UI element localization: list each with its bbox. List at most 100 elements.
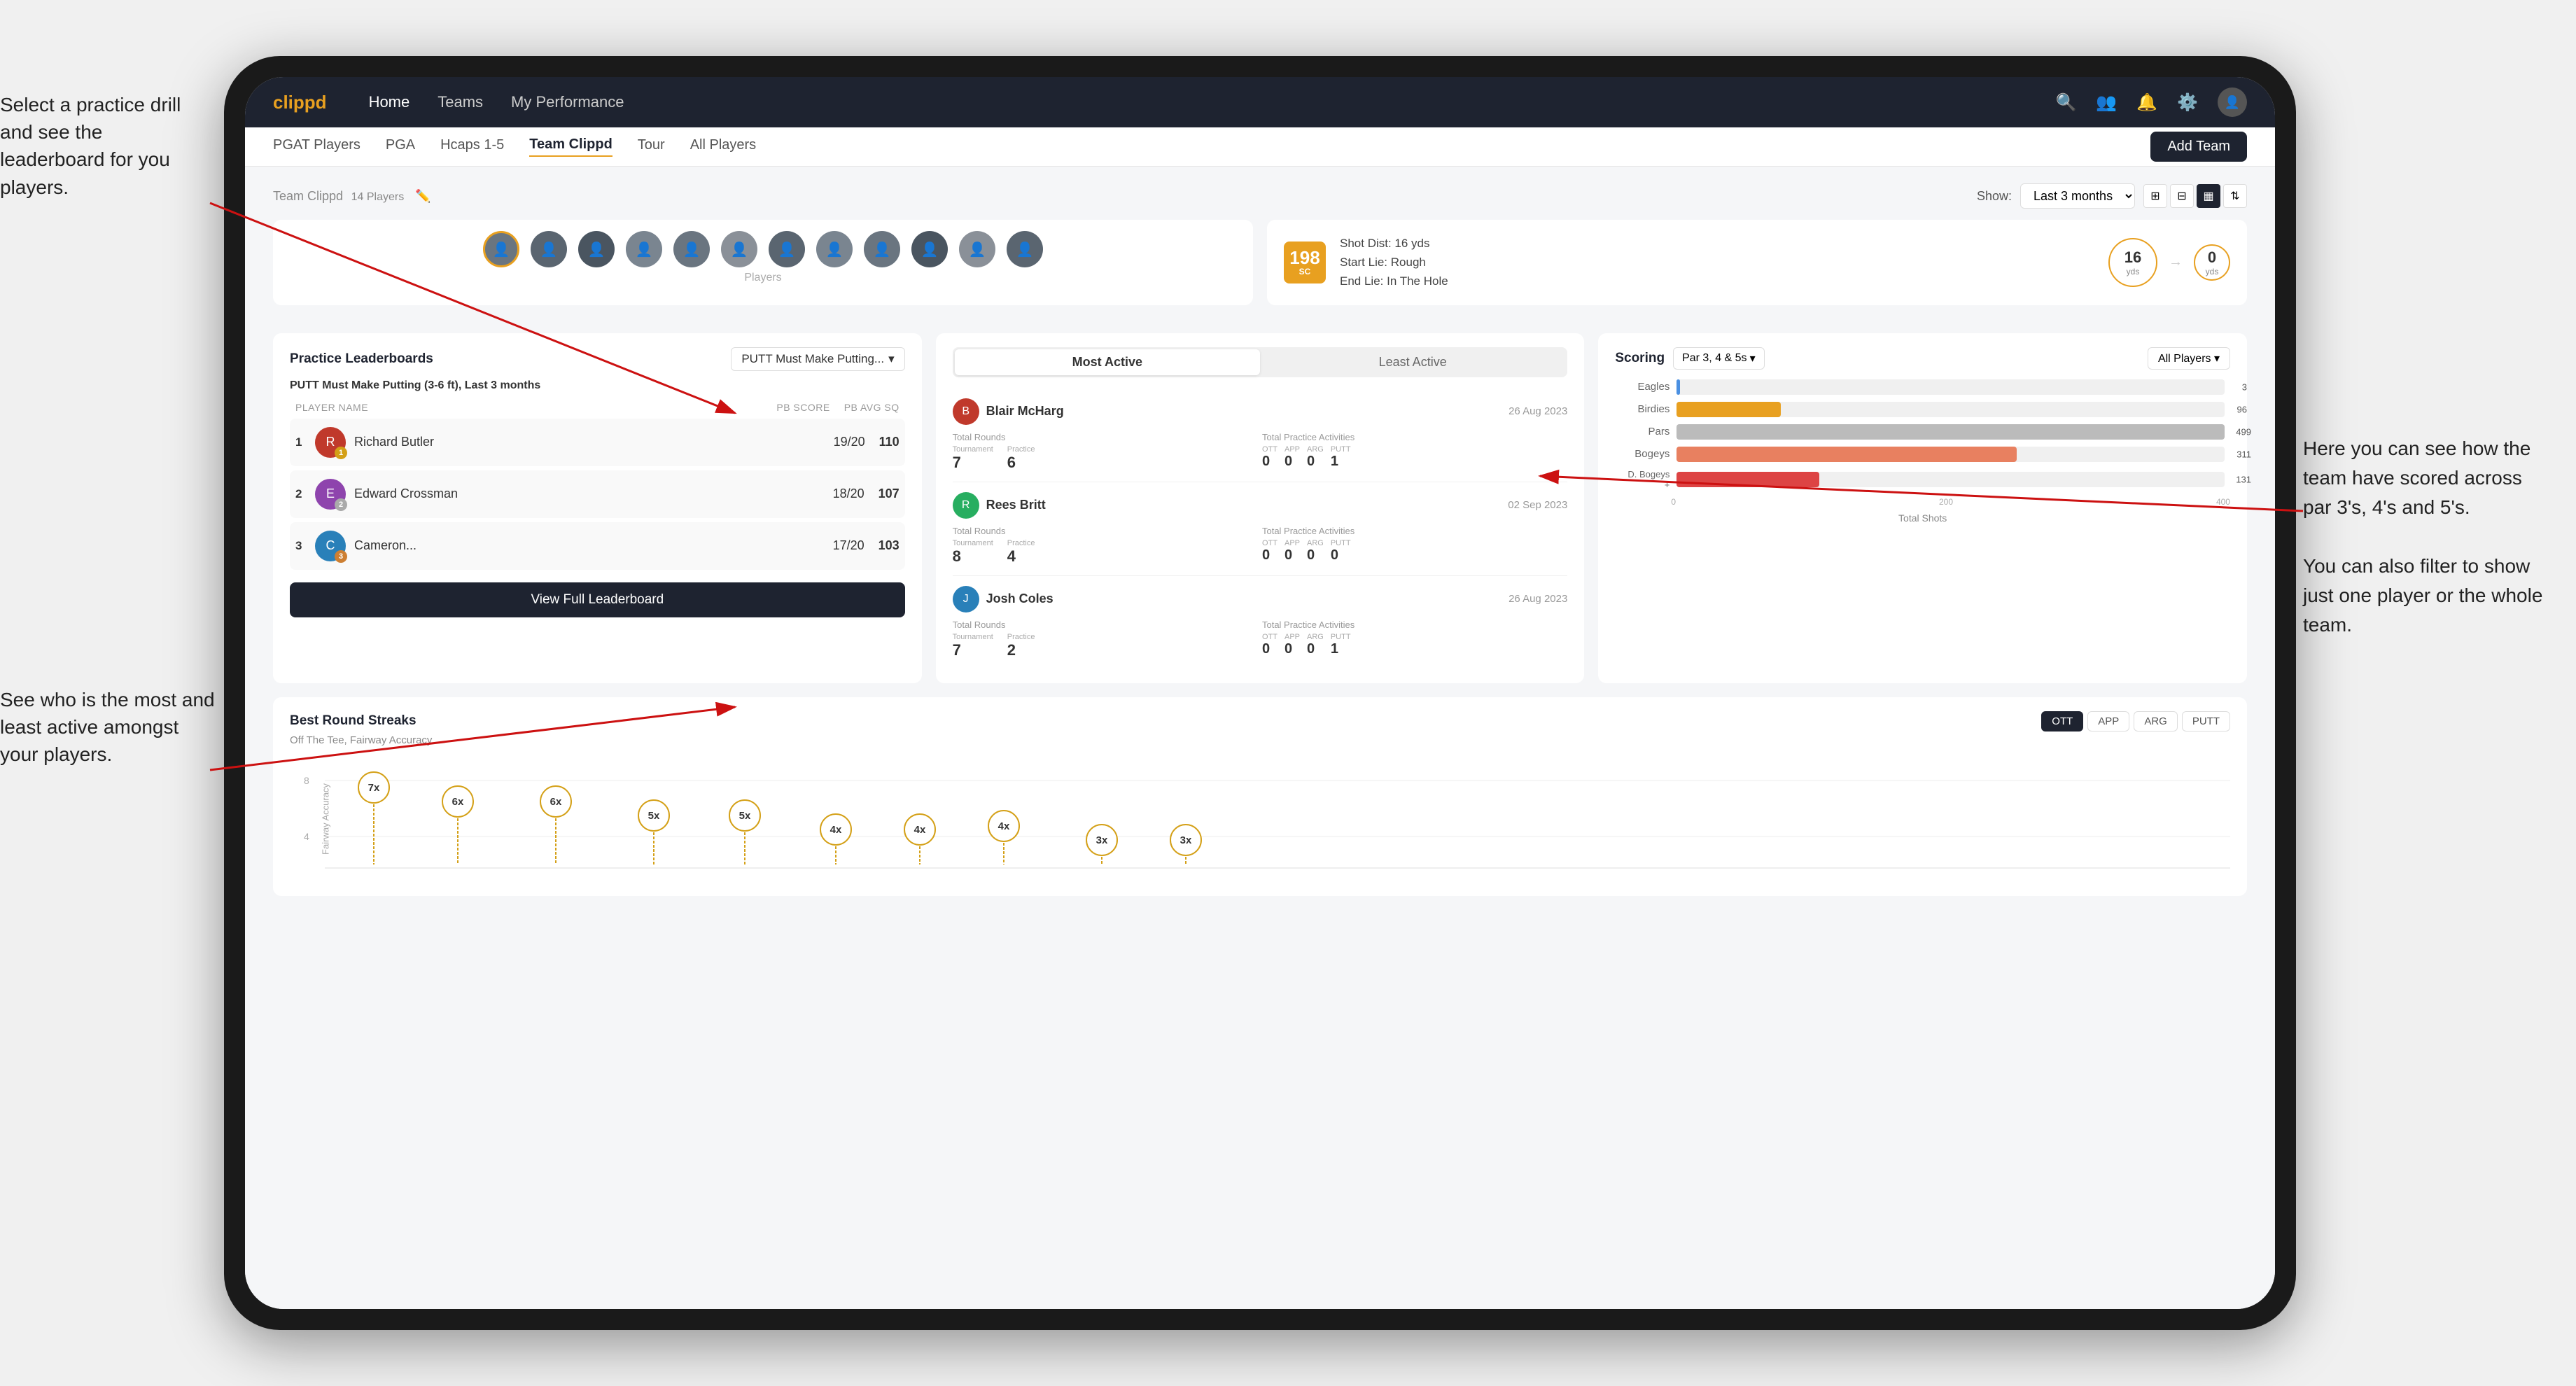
- sub-nav-all-players[interactable]: All Players: [690, 137, 756, 156]
- player-activity-header: B Blair McHarg 26 Aug 2023: [953, 398, 1568, 425]
- player-avatar-9[interactable]: 👤: [864, 231, 900, 267]
- scoring-players-filter[interactable]: All Players ▾: [2148, 347, 2230, 370]
- streak-chart-svg: 8 4 7x 6x: [290, 756, 2230, 882]
- player-avatar-3[interactable]: 👤: [578, 231, 615, 267]
- tablet-frame: clippd Home Teams My Performance 🔍 👥 🔔 ⚙…: [224, 56, 2296, 1330]
- filter-putt-button[interactable]: PUTT: [2182, 711, 2230, 732]
- lb-score: 18/20: [833, 486, 864, 501]
- sub-nav-pgat[interactable]: PGAT Players: [273, 137, 360, 156]
- player-activity-header: J Josh Coles 26 Aug 2023: [953, 586, 1568, 612]
- total-practice-activities-section: Total Practice Activities OTT0 APP0 ARG0…: [1262, 432, 1567, 472]
- player-name: Josh Coles: [986, 592, 1508, 606]
- players-icon[interactable]: 👥: [2096, 92, 2117, 113]
- player-name: Blair McHarg: [986, 404, 1508, 419]
- user-avatar[interactable]: 👤: [2218, 88, 2247, 117]
- scoring-par-filter[interactable]: Par 3, 4 & 5s ▾: [1673, 347, 1765, 370]
- filter-app-button[interactable]: APP: [2087, 711, 2129, 732]
- player-avatar-11[interactable]: 👤: [959, 231, 995, 267]
- total-rounds-label: Total Rounds: [953, 432, 1258, 442]
- lb-avg: 107: [878, 486, 899, 501]
- avatar: B: [953, 398, 979, 425]
- view-full-leaderboard-button[interactable]: View Full Leaderboard: [290, 582, 905, 617]
- table-row[interactable]: 1 R 1 Richard Butler 19/20 110: [290, 419, 905, 466]
- add-team-button[interactable]: Add Team: [2150, 132, 2247, 162]
- rounds-values: Tournament 7 Practice 6: [953, 445, 1258, 472]
- sub-nav-hcaps[interactable]: Hcaps 1-5: [440, 137, 504, 156]
- bar-track: 96: [1676, 402, 2225, 417]
- lb-rank: 3: [295, 539, 315, 553]
- leaderboard-title: Practice Leaderboards: [290, 351, 433, 367]
- shot-connector: →: [2169, 254, 2183, 270]
- players-label: Players: [290, 272, 1236, 284]
- practice-value: 6: [1007, 454, 1035, 472]
- bar-row-dbogeys: D. Bogeys + 131: [1620, 469, 2225, 490]
- player-avatar-5[interactable]: 👤: [673, 231, 710, 267]
- nav-item-home[interactable]: Home: [369, 93, 410, 111]
- tab-most-active[interactable]: Most Active: [955, 349, 1260, 375]
- svg-text:6x: 6x: [452, 796, 464, 808]
- view-card-button[interactable]: ▦: [2197, 184, 2220, 208]
- shot-badge: 198 SC: [1284, 241, 1326, 284]
- list-item: J Josh Coles 26 Aug 2023 Total Rounds To…: [953, 576, 1568, 669]
- view-grid-button[interactable]: ⊞: [2143, 184, 2167, 208]
- chevron-down-icon: ▾: [1750, 351, 1756, 365]
- streaks-header: Best Round Streaks OTT APP ARG PUTT: [290, 711, 2230, 732]
- show-select[interactable]: Last 3 months: [2020, 183, 2135, 209]
- svg-text:4x: 4x: [998, 820, 1010, 832]
- nav-bar: clippd Home Teams My Performance 🔍 👥 🔔 ⚙…: [245, 77, 2275, 127]
- total-rounds-section: Total Rounds Tournament 7 Practice 6: [953, 432, 1258, 472]
- player-avatar-1[interactable]: 👤: [483, 231, 519, 267]
- nav-item-teams[interactable]: Teams: [438, 93, 483, 111]
- bar-value: 499: [2236, 426, 2251, 437]
- medal-bronze-icon: 3: [335, 550, 347, 563]
- filter-ott-button[interactable]: OTT: [2041, 711, 2083, 732]
- svg-text:5x: 5x: [739, 810, 751, 822]
- nav-item-performance[interactable]: My Performance: [511, 93, 624, 111]
- sub-nav: PGAT Players PGA Hcaps 1-5 Team Clippd T…: [245, 127, 2275, 167]
- svg-text:8: 8: [304, 775, 309, 786]
- sub-nav-tour[interactable]: Tour: [638, 137, 665, 156]
- view-sort-button[interactable]: ⇅: [2223, 184, 2247, 208]
- bar-value: 311: [2236, 449, 2251, 459]
- filter-arg-button[interactable]: ARG: [2134, 711, 2178, 732]
- table-row[interactable]: 3 C 3 Cameron... 17/20 103: [290, 522, 905, 570]
- bar-label: D. Bogeys +: [1620, 469, 1676, 490]
- svg-text:4x: 4x: [914, 824, 926, 836]
- tab-least-active[interactable]: Least Active: [1260, 349, 1565, 375]
- streaks-title: Best Round Streaks: [290, 713, 416, 729]
- shot-details: Shot Dist: 16 yds Start Lie: Rough End L…: [1340, 234, 1448, 291]
- sub-nav-pga[interactable]: PGA: [386, 137, 415, 156]
- shot-badge-label: SC: [1299, 267, 1311, 276]
- view-icons: ⊞ ⊟ ▦ ⇅: [2143, 184, 2247, 208]
- edit-icon[interactable]: ✏️: [415, 189, 430, 204]
- player-avatar-8[interactable]: 👤: [816, 231, 853, 267]
- player-avatar-6[interactable]: 👤: [721, 231, 757, 267]
- notification-icon[interactable]: 🔔: [2136, 92, 2157, 113]
- lb-score: 17/20: [833, 538, 864, 553]
- player-avatar-10[interactable]: 👤: [911, 231, 948, 267]
- annotation-bottom-left: See who is the most and least active amo…: [0, 686, 217, 769]
- settings-icon[interactable]: ⚙️: [2177, 92, 2198, 113]
- total-practice-activities-section: Total Practice Activities OTT0 APP0 ARG0…: [1262, 620, 1567, 659]
- team-header: Team Clippd 14 Players ✏️ Show: Last 3 m…: [273, 183, 2247, 209]
- player-avatar-12[interactable]: 👤: [1007, 231, 1043, 267]
- practice-activities-values: OTT0 APP0 ARG0 PUTT1: [1262, 445, 1567, 470]
- activity-card: Most Active Least Active B Blair McHarg …: [936, 333, 1585, 683]
- bar-track: 131: [1676, 472, 2225, 487]
- sub-nav-team-clippd[interactable]: Team Clippd: [529, 136, 612, 157]
- lb-table-header: PLAYER NAME PB SCORE PB AVG SQ: [290, 402, 905, 413]
- player-avatar-7[interactable]: 👤: [769, 231, 805, 267]
- total-rounds-section: Total Rounds Tournament8 Practice4: [953, 526, 1258, 566]
- player-avatar-4[interactable]: 👤: [626, 231, 662, 267]
- player-avatar-2[interactable]: 👤: [531, 231, 567, 267]
- lb-score: 19/20: [834, 435, 865, 449]
- view-list-button[interactable]: ⊟: [2170, 184, 2194, 208]
- lb-rank: 2: [295, 487, 315, 501]
- leaderboard-drill-dropdown[interactable]: PUTT Must Make Putting... ▾: [731, 347, 904, 371]
- streaks-subtitle: Off The Tee, Fairway Accuracy: [290, 734, 2230, 746]
- leaderboard-subtitle: PUTT Must Make Putting (3-6 ft), Last 3 …: [290, 379, 905, 392]
- svg-text:3x: 3x: [1180, 834, 1192, 846]
- team-title: Team Clippd 14 Players: [273, 188, 404, 204]
- search-icon[interactable]: 🔍: [2055, 92, 2076, 113]
- table-row[interactable]: 2 E 2 Edward Crossman 18/20 107: [290, 470, 905, 518]
